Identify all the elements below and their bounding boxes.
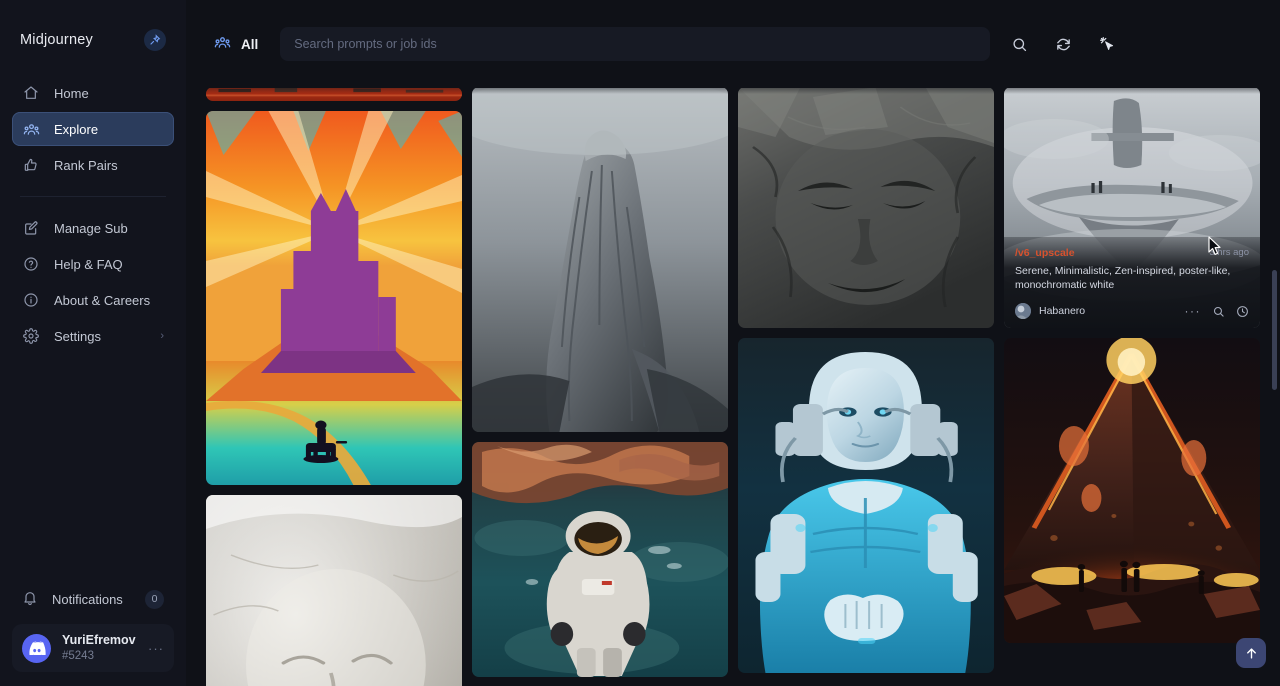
gallery-card-stone-carved-face[interactable]	[738, 88, 994, 328]
sidebar-item-rank-pairs[interactable]: Rank Pairs	[12, 148, 174, 182]
gallery-column	[738, 88, 994, 673]
sidebar-divider	[20, 196, 166, 197]
overlay-footer: Habanero ···	[1015, 303, 1249, 319]
job-prompt-text: Serene, Minimalistic, Zen-inspired, post…	[1015, 264, 1249, 292]
sidebar-spacer	[12, 353, 174, 582]
home-icon	[22, 84, 40, 102]
filter-all-button[interactable]: All	[206, 28, 266, 60]
discord-icon	[22, 634, 51, 663]
author-name: Habanero	[1039, 305, 1085, 317]
user-discriminator: #5243	[62, 649, 136, 663]
sidebar: Midjourney Home	[0, 0, 186, 686]
user-card[interactable]: YuriEfremov #5243 ···	[12, 624, 174, 672]
gallery-card-purple-castle-sunset[interactable]	[206, 111, 462, 485]
edit-square-icon	[22, 219, 40, 237]
notifications-count-badge: 0	[145, 590, 164, 609]
sidebar-item-about-careers[interactable]: About & Careers	[12, 283, 174, 317]
clock-history-icon[interactable]	[1236, 305, 1249, 318]
vertical-scrollbar[interactable]	[1272, 270, 1277, 390]
sidebar-item-label: Settings	[54, 329, 101, 344]
scroll-to-top-button[interactable]	[1236, 638, 1266, 668]
people-group-icon	[214, 34, 231, 54]
user-more-icon[interactable]: ···	[148, 641, 164, 656]
user-name: YuriEfremov	[62, 633, 136, 649]
gallery-card-floating-stone-island[interactable]: /v6_upscale 3 hrs ago Serene, Minimalist…	[1004, 88, 1260, 328]
sidebar-item-label: Manage Sub	[54, 221, 128, 236]
question-circle-icon	[22, 255, 40, 273]
people-group-icon	[22, 120, 40, 138]
sidebar-item-help-faq[interactable]: Help & FAQ	[12, 247, 174, 281]
more-options-icon[interactable]: ···	[1185, 308, 1202, 314]
notifications-label: Notifications	[52, 592, 123, 607]
thumbs-up-icon	[22, 156, 40, 174]
search-bar[interactable]	[280, 27, 990, 61]
gallery-card-burning-pyramid[interactable]	[1004, 338, 1260, 643]
filter-all-label: All	[241, 37, 258, 52]
info-circle-icon	[22, 291, 40, 309]
card-hover-overlay: /v6_upscale 3 hrs ago Serene, Minimalist…	[1004, 237, 1260, 328]
notifications-row[interactable]: Notifications 0	[12, 582, 174, 616]
sidebar-item-label: Home	[54, 86, 89, 101]
main-content: All	[186, 0, 1280, 686]
overlay-header: /v6_upscale 3 hrs ago	[1015, 247, 1249, 259]
image-gallery: /v6_upscale 3 hrs ago Serene, Minimalist…	[186, 88, 1280, 686]
chevron-right-icon: ›	[160, 330, 164, 342]
primary-nav: Home Explore	[12, 76, 174, 182]
sidebar-item-explore[interactable]: Explore	[12, 112, 174, 146]
sidebar-item-settings[interactable]: Settings ›	[12, 319, 174, 353]
gear-icon	[22, 327, 40, 345]
app-title: Midjourney	[20, 32, 93, 48]
sidebar-item-home[interactable]: Home	[12, 76, 174, 110]
sparkle-cursor-icon[interactable]	[1092, 29, 1122, 59]
overlay-actions: ···	[1185, 305, 1250, 318]
job-type-tag: /v6_upscale	[1015, 247, 1075, 259]
app-root: Midjourney Home	[0, 0, 1280, 686]
gallery-column	[206, 88, 462, 686]
author-avatar	[1015, 303, 1031, 319]
gallery-column	[472, 88, 728, 686]
pin-icon[interactable]	[144, 29, 166, 51]
user-meta: YuriEfremov #5243	[62, 633, 136, 663]
gallery-card-white-stone-face[interactable]	[206, 495, 462, 686]
zoom-search-icon[interactable]	[1212, 305, 1225, 318]
refresh-icon[interactable]	[1048, 29, 1078, 59]
gallery-card-underwater-astronaut[interactable]	[472, 442, 728, 677]
bell-icon	[22, 590, 38, 609]
brand-header: Midjourney	[12, 12, 174, 68]
job-timestamp: 3 hrs ago	[1209, 247, 1249, 258]
gallery-column: /v6_upscale 3 hrs ago Serene, Minimalist…	[1004, 88, 1260, 643]
sidebar-item-label: Explore	[54, 122, 98, 137]
sidebar-item-label: Rank Pairs	[54, 158, 118, 173]
search-input[interactable]	[294, 37, 976, 51]
secondary-nav: Manage Sub Help & FAQ About & Careers	[12, 211, 174, 353]
gallery-card-grey-cloaked-figure[interactable]	[472, 88, 728, 432]
gallery-card-cyborg-woman-blue[interactable]	[738, 338, 994, 673]
gallery-card-street-red-aerial[interactable]	[206, 88, 462, 101]
toolbar: All	[186, 0, 1280, 88]
search-icon[interactable]	[1004, 29, 1034, 59]
sidebar-item-label: About & Careers	[54, 293, 150, 308]
sidebar-item-label: Help & FAQ	[54, 257, 123, 272]
sidebar-item-manage-sub[interactable]: Manage Sub	[12, 211, 174, 245]
